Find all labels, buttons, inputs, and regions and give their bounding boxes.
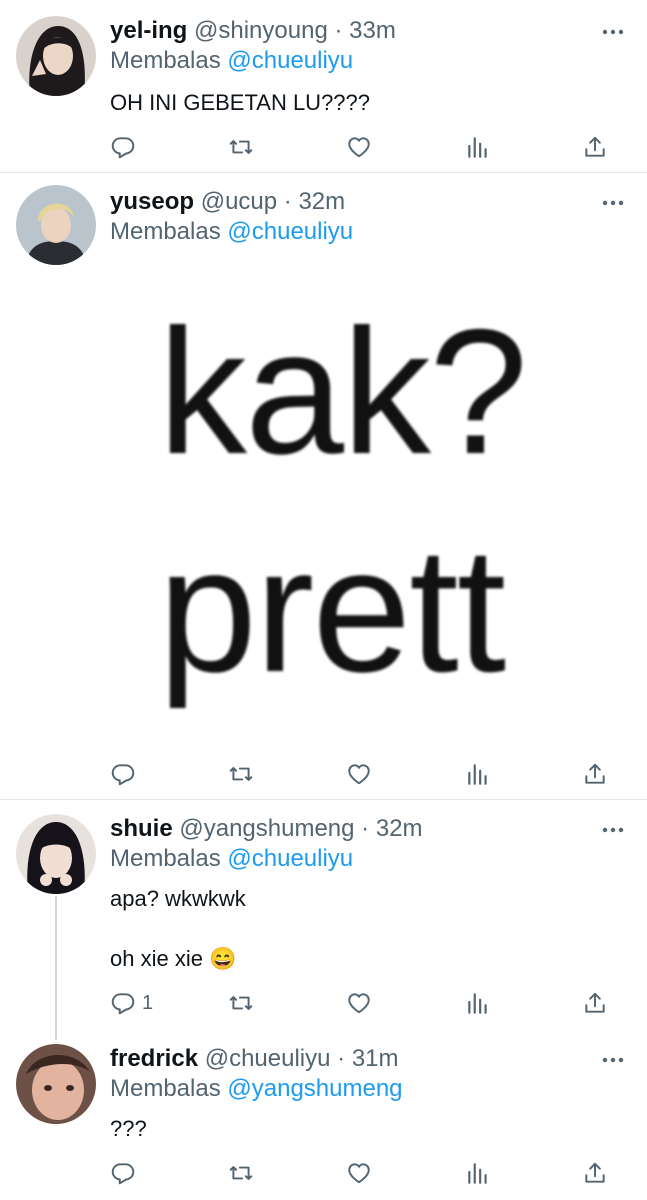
reply-button[interactable] [110,132,142,162]
reply-count: 1 [142,991,154,1014]
image-text-line-2: prett [158,510,506,709]
timestamp[interactable]: 32m [298,188,345,215]
separator-dot: · [361,815,370,842]
like-button[interactable] [346,988,372,1018]
retweet-icon [228,761,254,787]
timestamp[interactable]: 31m [352,1045,399,1072]
replying-to: Membalas @yangshumeng [110,1074,403,1104]
action-bar: 1 [0,988,647,1018]
timestamp[interactable]: 33m [349,17,396,44]
share-button[interactable] [582,988,608,1018]
share-icon [582,134,608,160]
retweet-icon [228,990,254,1016]
retweet-button[interactable] [228,132,254,162]
replying-to-label: Membalas [110,47,221,74]
share-icon [582,1160,608,1186]
reply-button[interactable] [110,1158,142,1188]
share-button[interactable] [582,1158,608,1188]
action-bar [0,1158,647,1188]
tweet-header: yel-ing @shinyoung · 33m [110,16,396,46]
handle[interactable]: @yangshumeng [179,815,354,842]
more-icon[interactable] [601,22,625,42]
reply-mention-link[interactable]: @chueuliyu [227,845,353,872]
reply-button[interactable] [110,759,142,789]
views-icon [465,990,491,1016]
avatar[interactable] [16,185,96,265]
display-name[interactable]: yel-ing [110,17,187,44]
more-icon[interactable] [601,193,625,213]
tweet-image[interactable]: kak? prett [110,259,620,779]
retweet-button[interactable] [228,759,254,789]
tweet-text: ??? [110,1116,147,1141]
like-icon [346,1160,372,1186]
replying-to-label: Membalas [110,218,221,245]
like-button[interactable] [346,759,372,789]
retweet-button[interactable] [228,1158,254,1188]
reply-button[interactable]: 1 [110,988,153,1018]
separator-dot: · [337,1045,346,1072]
replying-to: Membalas @chueuliyu [110,217,353,247]
retweet-icon [228,134,254,160]
tweet-yuseop[interactable]: yuseop @ucup · 32m Membalas @chueuliyu k… [0,173,647,799]
reply-icon [110,990,136,1016]
share-button[interactable] [582,132,608,162]
separator-dot: · [334,17,343,44]
reply-icon [110,1160,136,1186]
avatar[interactable] [16,814,96,894]
views-button[interactable] [465,1158,491,1188]
retweet-icon [228,1160,254,1186]
action-bar [0,759,647,789]
views-button[interactable] [465,988,491,1018]
views-icon [465,761,491,787]
image-text-line-1: kak? [158,292,528,491]
tweet-text-line-1: apa? wkwkwk [110,886,246,911]
retweet-button[interactable] [228,988,254,1018]
tweet-fredrick[interactable]: fredrick @chueuliyu · 31m Membalas @yang… [0,1030,647,1200]
tweet-text-line-2: oh xie xie 😄 [110,946,237,971]
display-name[interactable]: yuseop [110,188,194,215]
like-button[interactable] [346,1158,372,1188]
more-icon[interactable] [601,1050,625,1070]
like-icon [346,134,372,160]
like-icon [346,990,372,1016]
separator-dot: · [283,188,292,215]
handle[interactable]: @ucup [201,188,277,215]
views-icon [465,1160,491,1186]
reply-mention-link[interactable]: @yangshumeng [227,1075,402,1102]
tweet-text: OH INI GEBETAN LU???? [110,90,371,115]
handle[interactable]: @chueuliyu [205,1045,331,1072]
reply-icon [110,761,136,787]
replying-to: Membalas @chueuliyu [110,46,353,76]
replying-to-label: Membalas [110,845,221,872]
like-icon [346,761,372,787]
display-name[interactable]: shuie [110,815,173,842]
action-bar [0,132,647,162]
avatar[interactable] [16,1044,96,1124]
tweet-header: shuie @yangshumeng · 32m [110,814,423,844]
avatar[interactable] [16,16,96,96]
reply-icon [110,134,136,160]
tweet-shuie[interactable]: shuie @yangshumeng · 32m Membalas @chueu… [0,800,647,1030]
share-icon [582,990,608,1016]
tweet-header: fredrick @chueuliyu · 31m [110,1044,399,1074]
tweet-yel-ing[interactable]: yel-ing @shinyoung · 33m Membalas @chueu… [0,0,647,172]
display-name[interactable]: fredrick [110,1045,198,1072]
views-icon [465,134,491,160]
handle[interactable]: @shinyoung [194,17,328,44]
like-button[interactable] [346,132,372,162]
reply-mention-link[interactable]: @chueuliyu [227,47,353,74]
reply-mention-link[interactable]: @chueuliyu [227,218,353,245]
views-button[interactable] [465,759,491,789]
timestamp[interactable]: 32m [376,815,423,842]
share-button[interactable] [582,759,608,789]
views-button[interactable] [465,132,491,162]
replying-to-label: Membalas [110,1075,221,1102]
more-icon[interactable] [601,820,625,840]
share-icon [582,761,608,787]
tweet-header: yuseop @ucup · 32m [110,187,345,217]
replying-to: Membalas @chueuliyu [110,844,353,874]
